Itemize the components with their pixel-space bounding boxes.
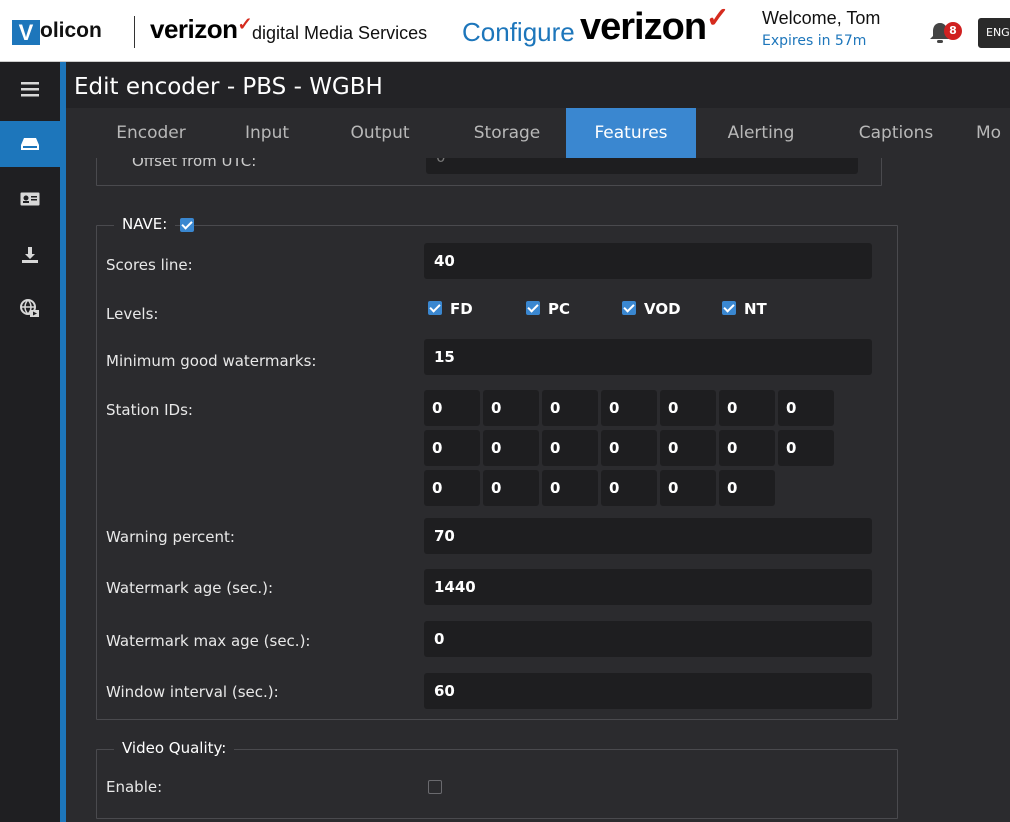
video-quality-enable-label: Enable: xyxy=(106,778,163,796)
verizon-logo-large: verizon✓ xyxy=(580,2,730,48)
station-id-input[interactable]: 0 xyxy=(542,390,598,426)
welcome-text[interactable]: Welcome, Tom xyxy=(762,8,880,29)
scores-line-input[interactable]: 40 xyxy=(424,243,872,279)
nave-legend: NAVE: xyxy=(114,215,176,233)
watermark-age-input[interactable]: 1440 xyxy=(424,569,872,605)
station-id-input[interactable]: 0 xyxy=(719,390,775,426)
tab-storage[interactable]: Storage xyxy=(452,108,562,158)
watermark-max-age-label: Watermark max age (sec.): xyxy=(106,632,311,650)
level-pc-label: PC xyxy=(548,300,571,318)
watermark-age-label: Watermark age (sec.): xyxy=(106,579,274,597)
encoder-icon[interactable] xyxy=(0,121,60,167)
station-id-input[interactable]: 0 xyxy=(542,470,598,506)
video-quality-enable-checkbox[interactable] xyxy=(428,780,442,794)
id-card-icon[interactable] xyxy=(0,176,60,222)
window-interval-label: Window interval (sec.): xyxy=(106,683,279,701)
menu-icon[interactable] xyxy=(0,66,60,112)
station-id-input[interactable]: 0 xyxy=(778,430,834,466)
station-id-input[interactable]: 0 xyxy=(660,430,716,466)
station-id-input[interactable]: 0 xyxy=(424,390,480,426)
download-icon[interactable] xyxy=(0,232,60,278)
station-id-input[interactable]: 0 xyxy=(424,470,480,506)
station-ids-label: Station IDs: xyxy=(106,401,193,419)
warning-percent-label: Warning percent: xyxy=(106,528,235,546)
tab-input[interactable]: Input xyxy=(222,108,312,158)
language-button[interactable]: ENG xyxy=(978,18,1010,48)
level-nt-checkbox[interactable] xyxy=(722,301,736,315)
levels-label: Levels: xyxy=(106,305,159,323)
features-panel: Offset from UTC: 0 NAVE: Scores line: 40… xyxy=(66,158,1010,822)
globe-video-icon[interactable] xyxy=(0,286,60,332)
watermark-max-age-input[interactable]: 0 xyxy=(424,621,872,657)
nave-enable-checkbox[interactable] xyxy=(180,218,194,232)
level-nt-label: NT xyxy=(744,300,767,318)
station-id-input[interactable]: 0 xyxy=(601,390,657,426)
scores-line-label: Scores line: xyxy=(106,256,193,274)
window-interval-input[interactable]: 60 xyxy=(424,673,872,709)
station-id-input[interactable]: 0 xyxy=(483,430,539,466)
station-id-input[interactable]: 0 xyxy=(660,390,716,426)
volicon-logo-text: olicon xyxy=(40,19,102,42)
station-id-input[interactable]: 0 xyxy=(660,470,716,506)
tab-alerting[interactable]: Alerting xyxy=(706,108,816,158)
offset-utc-input[interactable]: 0 xyxy=(426,158,858,174)
level-vod-label: VOD xyxy=(644,300,681,318)
service-name: digital Media Services xyxy=(252,23,428,43)
station-id-input[interactable]: 0 xyxy=(719,470,775,506)
min-good-watermarks-input[interactable]: 15 xyxy=(424,339,872,375)
session-expiry: Expires in 57m xyxy=(762,33,867,49)
station-id-input[interactable]: 0 xyxy=(719,430,775,466)
level-vod-checkbox[interactable] xyxy=(622,301,636,315)
header-divider xyxy=(134,16,135,48)
station-id-input[interactable]: 0 xyxy=(483,390,539,426)
station-id-input[interactable]: 0 xyxy=(483,470,539,506)
tab-features[interactable]: Features xyxy=(566,108,696,158)
video-quality-section xyxy=(96,749,898,819)
warning-percent-input[interactable]: 70 xyxy=(424,518,872,554)
offset-utc-label: Offset from UTC: xyxy=(132,158,257,170)
station-id-input[interactable]: 0 xyxy=(778,390,834,426)
tab-captions[interactable]: Captions xyxy=(836,108,956,158)
page-title: Edit encoder - PBS - WGBH xyxy=(74,74,383,100)
station-id-input[interactable]: 0 xyxy=(542,430,598,466)
station-id-input[interactable]: 0 xyxy=(601,470,657,506)
level-pc-checkbox[interactable] xyxy=(526,301,540,315)
min-good-watermarks-label: Minimum good watermarks: xyxy=(106,352,317,370)
level-fd-checkbox[interactable] xyxy=(428,301,442,315)
level-fd-label: FD xyxy=(450,300,473,318)
configure-label: Configure xyxy=(462,17,575,47)
tab-more[interactable]: Mo xyxy=(976,108,1010,158)
video-quality-legend: Video Quality: xyxy=(114,739,235,757)
station-id-input[interactable]: 0 xyxy=(424,430,480,466)
station-id-input[interactable]: 0 xyxy=(601,430,657,466)
tab-output[interactable]: Output xyxy=(330,108,430,158)
tab-encoder[interactable]: Encoder xyxy=(96,108,206,158)
notification-badge: 8 xyxy=(944,22,962,40)
top-header: V olicon verizon✓ digital Media Services… xyxy=(0,0,1010,62)
volicon-logo-mark: V xyxy=(12,20,40,45)
verizon-logo: verizon✓ xyxy=(150,14,253,44)
